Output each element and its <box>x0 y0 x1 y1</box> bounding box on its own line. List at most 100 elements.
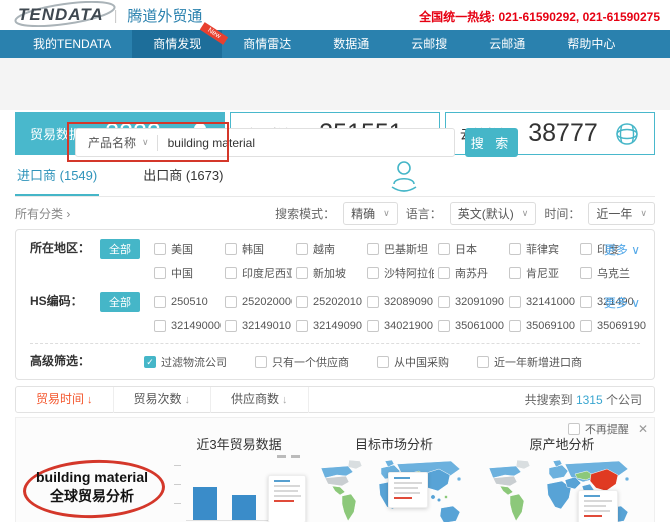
hscode-option[interactable]: 250510 <box>154 291 225 312</box>
advanced-option[interactable]: 近一年新增进口商 <box>477 351 582 372</box>
hscode-more-link[interactable]: 更多 ∨ <box>604 294 640 311</box>
map-title: 原产地分析 <box>529 437 595 452</box>
checkbox[interactable] <box>225 242 237 255</box>
region-option[interactable]: 日本 <box>438 238 509 259</box>
checkbox[interactable] <box>367 242 379 255</box>
region-option[interactable]: 沙特阿拉伯 <box>367 262 438 283</box>
region-more-link[interactable]: 更多 ∨ <box>604 241 640 258</box>
hscode-all-button[interactable]: 全部 <box>100 292 140 312</box>
region-option[interactable]: 中国 <box>154 262 225 283</box>
checkbox[interactable] <box>255 355 267 368</box>
hscode-option[interactable]: 32149010 <box>225 315 296 336</box>
nav-item-my-tendata[interactable]: 我的TENDATA <box>12 30 132 58</box>
checkbox[interactable] <box>477 355 489 368</box>
option-label: 35069100 <box>526 319 575 332</box>
checkbox[interactable] <box>580 295 592 308</box>
nav-item-data[interactable]: 数据通 <box>312 30 390 58</box>
globe-icon <box>616 122 638 145</box>
checkbox[interactable] <box>509 295 521 308</box>
hscode-option[interactable]: 321490000... <box>154 315 225 336</box>
region-option[interactable]: 新加坡 <box>296 262 367 283</box>
nav-item-help[interactable]: 帮助中心 <box>546 30 636 58</box>
hscode-option[interactable]: 32149090 <box>296 315 367 336</box>
region-option[interactable]: 巴基斯坦 <box>367 238 438 259</box>
region-option[interactable]: 乌克兰 <box>580 262 651 283</box>
checkbox[interactable] <box>580 242 592 255</box>
search-button[interactable]: 搜 索 <box>465 128 518 157</box>
advanced-option[interactable]: 从中国采购 <box>377 351 449 372</box>
checkbox[interactable] <box>144 355 156 368</box>
checkbox[interactable] <box>154 242 166 255</box>
region-option[interactable]: 肯尼亚 <box>509 262 580 283</box>
tab-exporters[interactable]: 出口商 (1673) <box>141 155 225 196</box>
search-field-selector[interactable]: 产品名称 ∨ <box>76 129 157 156</box>
checkbox[interactable] <box>225 266 237 279</box>
map-tooltip <box>388 472 428 508</box>
checkbox[interactable] <box>377 355 389 368</box>
hscode-option[interactable]: 32141000 <box>509 291 580 312</box>
checkbox[interactable] <box>509 242 521 255</box>
nav-item-radar[interactable]: 商情雷达 <box>222 30 312 58</box>
checkbox[interactable] <box>367 295 379 308</box>
checkbox[interactable] <box>580 319 592 332</box>
option-label: 日本 <box>455 243 477 256</box>
checkbox[interactable] <box>438 242 450 255</box>
hscode-option[interactable]: 25202010 <box>296 291 367 312</box>
trade-chart-panel[interactable]: 近3年贸易数据 <box>168 434 310 522</box>
time-select[interactable]: 近一年 ∨ <box>588 201 655 225</box>
nav-item-cloud-mail-search[interactable]: 云邮搜 <box>390 30 468 58</box>
hscode-option[interactable]: 32091090 <box>438 291 509 312</box>
region-option[interactable]: 美国 <box>154 238 225 259</box>
region-option[interactable]: 越南 <box>296 238 367 259</box>
checkbox[interactable] <box>296 319 308 332</box>
nav-item-discovery[interactable]: 商情发现 New <box>132 22 229 58</box>
checkbox[interactable] <box>509 319 521 332</box>
region-option[interactable]: 南苏丹 <box>438 262 509 283</box>
checkbox[interactable] <box>438 295 450 308</box>
checkbox[interactable] <box>225 295 237 308</box>
checkbox[interactable] <box>296 266 308 279</box>
checkbox[interactable] <box>225 319 237 332</box>
checkbox[interactable] <box>509 266 521 279</box>
sort-supplier-count[interactable]: 供应商数 ↓ <box>211 386 309 413</box>
logo[interactable]: TENDATA | 腾道外贸通 <box>14 0 202 27</box>
hscode-option[interactable]: 32089090 <box>367 291 438 312</box>
option-label: 32149090 <box>313 319 362 332</box>
checkbox[interactable] <box>154 319 166 332</box>
checkbox[interactable] <box>154 295 166 308</box>
advanced-option[interactable]: 过滤物流公司 <box>144 351 227 372</box>
tab-importers[interactable]: 进口商 (1549) <box>15 155 100 196</box>
sort-trade-time[interactable]: 贸易时间 ↓ <box>16 386 114 413</box>
hscode-option[interactable]: 35061000 <box>438 315 509 336</box>
all-categories-link[interactable]: 所有分类 › <box>15 205 70 222</box>
sort-trade-count[interactable]: 贸易次数 ↓ <box>114 386 212 413</box>
search-section: 产品名称 ∨ 搜 索 <box>0 58 670 162</box>
checkbox[interactable] <box>296 242 308 255</box>
option-label: 35069190 <box>597 319 646 332</box>
search-mode-select[interactable]: 精确 ∨ <box>343 201 398 225</box>
region-option[interactable]: 韩国 <box>225 238 296 259</box>
advanced-option[interactable]: 只有一个供应商 <box>255 351 349 372</box>
region-option[interactable]: 印度尼西亚 <box>225 262 296 283</box>
annotation-text: building material 全球贸易分析 <box>16 468 168 506</box>
target-market-panel[interactable]: 目标市场分析 <box>310 434 478 522</box>
region-all-button[interactable]: 全部 <box>100 239 140 259</box>
option-label: 菲律宾 <box>526 243 559 256</box>
search-input[interactable] <box>167 129 454 156</box>
checkbox[interactable] <box>438 266 450 279</box>
hscode-option[interactable]: 35069190 <box>580 315 651 336</box>
checkbox[interactable] <box>367 319 379 332</box>
checkbox[interactable] <box>296 295 308 308</box>
origin-analysis-panel[interactable]: 原产地分析 <box>478 434 646 522</box>
checkbox[interactable] <box>154 266 166 279</box>
checkbox[interactable] <box>367 266 379 279</box>
nav-item-cloud-mail[interactable]: 云邮通 <box>468 30 546 58</box>
hscode-option[interactable]: 35069100 <box>509 315 580 336</box>
checkbox[interactable] <box>438 319 450 332</box>
checkbox[interactable] <box>580 266 592 279</box>
hscode-option[interactable]: 34021900 <box>367 315 438 336</box>
language-select[interactable]: 英文(默认) ∨ <box>449 201 537 225</box>
map-tooltip <box>578 490 618 522</box>
region-option[interactable]: 菲律宾 <box>509 238 580 259</box>
hscode-option[interactable]: 2520200000 <box>225 291 296 312</box>
